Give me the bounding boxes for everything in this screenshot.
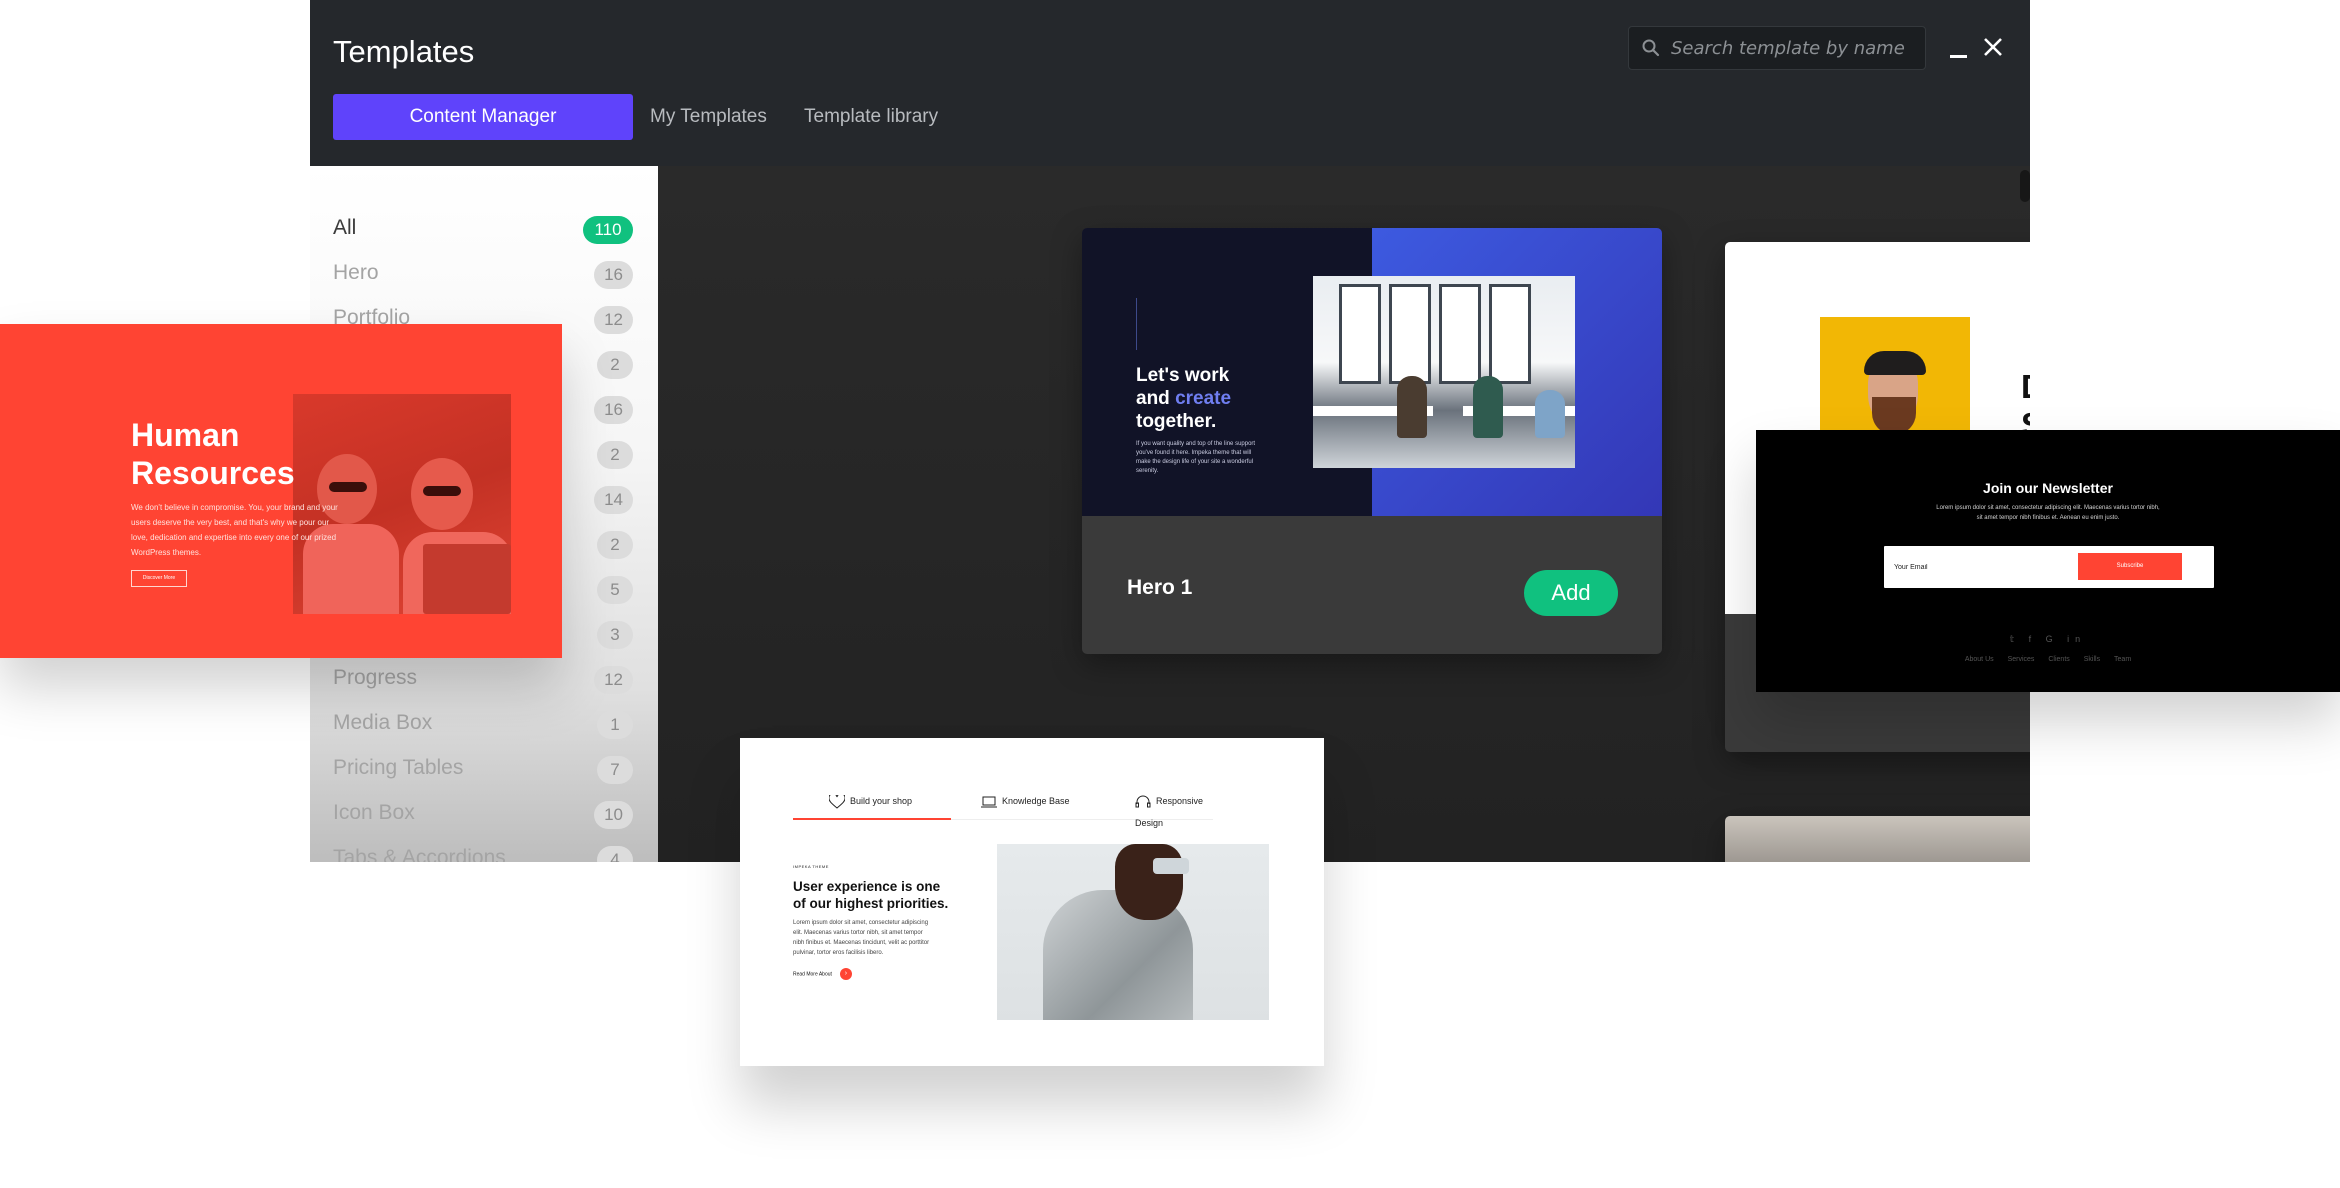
newsletter-form: Subscribe xyxy=(1884,546,2214,588)
template-card-hero-1[interactable]: Let's work and create together. If you w… xyxy=(1082,228,1662,654)
category-label: Icon Box xyxy=(333,801,415,824)
footer-links: About Us Services Clients Skills Team xyxy=(1756,656,2340,663)
tab-content-manager[interactable]: Content Manager xyxy=(333,94,633,140)
preview-body: We don't believe in compromise. You, you… xyxy=(131,503,338,557)
model-photo xyxy=(997,844,1269,1020)
preview-accent-line xyxy=(1136,298,1137,350)
search-box xyxy=(1628,26,1926,70)
category-label: Pricing Tables xyxy=(333,756,464,779)
category-count-badge: 110 xyxy=(583,216,633,244)
heading-text: Design xyxy=(2021,368,2030,405)
heading-line: Let's work xyxy=(1136,365,1230,386)
minimize-icon[interactable] xyxy=(1950,40,1968,58)
tab-my-templates[interactable]: My Templates xyxy=(650,94,767,140)
window-title: Templates xyxy=(333,34,475,69)
footer-link-skills[interactable]: Skills xyxy=(2084,656,2100,663)
add-template-button[interactable]: Add xyxy=(1524,570,1618,616)
scrollbar-thumb[interactable] xyxy=(2020,170,2030,202)
search-input[interactable] xyxy=(1671,27,1921,69)
category-icon-box[interactable]: Icon Box 10 xyxy=(333,793,633,833)
category-count-badge: 12 xyxy=(594,666,633,694)
heading-accent: create xyxy=(1175,388,1232,409)
footer-link-about[interactable]: About Us xyxy=(1965,656,1994,663)
search-icon xyxy=(1642,39,1660,57)
feature-tabs: Build your shop Knowledge Base Responsiv… xyxy=(793,790,1213,828)
floating-preview-human-resources: Human Resources We don't believe in comp… xyxy=(0,324,562,658)
heading-line: of our highest priorities. xyxy=(793,896,949,911)
template-card-partial[interactable] xyxy=(1725,816,2030,862)
category-media-box[interactable]: Media Box 1 xyxy=(333,703,633,743)
category-count-badge: 5 xyxy=(597,576,633,604)
category-count-badge: 12 xyxy=(594,306,633,334)
heading-line: Human xyxy=(131,417,240,453)
window-header: Templates Content Manager My Templates T… xyxy=(310,0,2030,166)
category-pricing-tables[interactable]: Pricing Tables 7 xyxy=(333,748,633,788)
category-count-badge: 14 xyxy=(594,486,633,514)
preview-heading: Let's work and create together. xyxy=(1136,364,1231,433)
floating-preview-feature-tabs: Build your shop Knowledge Base Responsiv… xyxy=(740,738,1324,1066)
category-tabs-accordions[interactable]: Tabs & Accordions 4 xyxy=(333,838,633,862)
template-preview: Let's work and create together. If you w… xyxy=(1082,228,1662,516)
category-label: All xyxy=(333,216,357,239)
footer-link-team[interactable]: Team xyxy=(2114,656,2131,663)
floating-preview-newsletter: Join our Newsletter Lorem ipsum dolor si… xyxy=(1756,430,2340,692)
feature-tab-knowledge-base[interactable]: Knowledge Base xyxy=(981,790,1070,820)
read-more-link[interactable]: Read More About › xyxy=(793,968,852,980)
newsletter-heading: Join our Newsletter xyxy=(1983,480,2113,496)
category-count-badge: 10 xyxy=(594,801,633,829)
template-name: Hero 1 xyxy=(1127,576,1193,599)
heading-line: User experience is one xyxy=(793,879,941,894)
laptop-icon xyxy=(981,796,997,808)
preview-body: If you want quality and top of the line … xyxy=(1136,441,1256,474)
category-count-badge: 16 xyxy=(594,396,633,424)
arrow-right-icon: › xyxy=(839,968,852,980)
feature-tab-responsive-design[interactable]: Responsive Design xyxy=(1135,790,1213,828)
category-progress[interactable]: Progress 12 xyxy=(333,658,633,698)
email-field[interactable] xyxy=(1894,546,2074,588)
feature-tab-label: Build your shop xyxy=(850,796,913,806)
feature-tab-build-shop[interactable]: Build your shop xyxy=(793,790,951,820)
subscribe-button[interactable]: Subscribe xyxy=(2078,553,2182,580)
category-all[interactable]: All 110 xyxy=(333,208,633,248)
category-count-badge: 4 xyxy=(597,846,633,862)
headset-icon xyxy=(1135,795,1151,808)
read-more-label: Read More About xyxy=(793,971,832,978)
category-count-badge: 3 xyxy=(597,621,633,649)
preview-heading: User experience is one of our highest pr… xyxy=(793,878,948,912)
category-count-badge: 7 xyxy=(597,756,633,784)
footer-link-services[interactable]: Services xyxy=(2008,656,2035,663)
heading-line: together. xyxy=(1136,411,1217,432)
preview-kicker: IMPEKA THEME xyxy=(793,864,829,869)
close-icon[interactable] xyxy=(1982,36,2004,58)
category-label: Media Box xyxy=(333,711,433,734)
category-count-badge: 1 xyxy=(597,711,633,739)
category-count-badge: 2 xyxy=(597,531,633,559)
tab-template-library[interactable]: Template library xyxy=(804,94,938,140)
heading-text: and xyxy=(1136,388,1176,409)
category-label: Tabs & Accordions xyxy=(333,846,506,862)
feature-tab-label: Knowledge Base xyxy=(1002,796,1070,806)
newsletter-body: Lorem ipsum dolor sit amet, consectetur … xyxy=(1936,505,2160,521)
category-label: Progress xyxy=(333,666,418,689)
heart-icon xyxy=(829,794,845,809)
preview-body: Lorem ipsum dolor sit amet, consectetur … xyxy=(793,920,930,956)
category-count-badge: 16 xyxy=(594,261,633,289)
category-label: Hero xyxy=(333,261,379,284)
discover-more-button[interactable]: Discover More xyxy=(131,570,187,587)
preview-heading: Human Resources xyxy=(131,416,295,492)
category-count-badge: 2 xyxy=(597,351,633,379)
heading-line: Resources xyxy=(131,455,295,491)
footer-link-clients[interactable]: Clients xyxy=(2048,656,2069,663)
social-icons[interactable]: 𝕥 f G in xyxy=(1756,634,2340,645)
category-hero[interactable]: Hero 16 xyxy=(333,253,633,293)
category-count-badge: 2 xyxy=(597,441,633,469)
office-photo xyxy=(1313,276,1575,468)
